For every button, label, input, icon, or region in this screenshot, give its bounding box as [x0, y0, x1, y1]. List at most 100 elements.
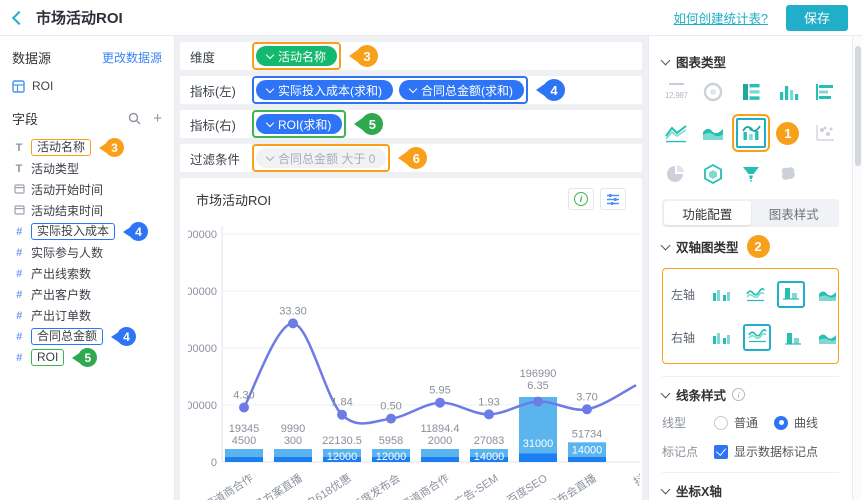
svg-text:22130.5: 22130.5 [322, 435, 362, 447]
svg-text:5.95: 5.95 [429, 385, 450, 397]
divider [662, 376, 839, 377]
field-item-roi[interactable]: # ROI 5 [12, 348, 162, 367]
svg-text:196990: 196990 [520, 368, 557, 380]
field-item-leads[interactable]: # 产出线索数 [12, 264, 162, 283]
svg-text:6.35: 6.35 [527, 380, 548, 392]
config-row-filter: 过滤条件 合同总金额 大于 0 6 [180, 144, 642, 172]
field-item-start-time[interactable]: 活动开始时间 [12, 180, 162, 199]
radio-normal[interactable] [714, 416, 728, 430]
line-type-label: 线型 [662, 414, 714, 431]
datasource-name: ROI [32, 79, 53, 93]
info-icon: i [732, 388, 745, 401]
fields-label: 字段 [12, 109, 38, 128]
chart-type-table[interactable] [740, 82, 762, 102]
scrollbar-thumb[interactable] [855, 46, 861, 166]
radio-curve-label: 曲线 [794, 414, 818, 431]
text-type-icon: T [12, 142, 26, 154]
right-axis-grouped-column-icon[interactable] [709, 328, 733, 348]
tab-function-config[interactable]: 功能配置 [664, 201, 751, 225]
svg-text:广告-SEM: 广告-SEM [452, 472, 501, 500]
chart-type-pie[interactable] [665, 163, 687, 185]
left-axis-row: 左轴 [671, 281, 830, 308]
left-axis-area-icon[interactable] [815, 285, 839, 305]
svg-text:11894.4: 11894.4 [421, 423, 460, 435]
metric-pill-contract[interactable]: 合同总金额(求和) [399, 80, 524, 100]
left-axis-column-icon-selected[interactable] [777, 281, 805, 308]
svg-text:3.70: 3.70 [576, 391, 597, 403]
svg-text:抖: 抖 [631, 471, 640, 489]
highlight-box: 实际投入成本(求和) 合同总金额(求和) [252, 76, 528, 104]
chart-type-section-header[interactable]: 图表类型 [662, 52, 839, 71]
highlight-box: 合同总金额 大于 0 [252, 144, 390, 172]
datasource-item-roi[interactable]: ROI [12, 79, 162, 93]
field-item-participants[interactable]: # 实际参与人数 [12, 243, 162, 262]
callout-badge-4: 4 [536, 79, 565, 101]
panel-tabs: 功能配置 图表样式 [662, 199, 839, 227]
svg-text:4.30: 4.30 [233, 390, 254, 402]
change-datasource-link[interactable]: 更改数据源 [102, 49, 162, 66]
combo-chart[interactable]: 0200000400000600000800000193454500999030… [188, 214, 640, 500]
chart-type-bar[interactable] [814, 82, 836, 102]
field-item-activity-type[interactable]: T 活动类型 [12, 159, 162, 178]
filter-label: 过滤条件 [190, 149, 252, 168]
chart-type-gauge[interactable] [702, 81, 724, 103]
svg-text:1.93: 1.93 [478, 396, 499, 408]
chart-type-kpi[interactable]: 12,987 [665, 83, 688, 102]
help-link[interactable]: 如何创建统计表? [674, 8, 768, 27]
xaxis-section-header[interactable]: 坐标X轴 [662, 481, 839, 500]
callout-badge-4: 4 [123, 222, 148, 241]
info-button[interactable]: i [568, 188, 594, 210]
right-axis-label: 右轴 [671, 329, 699, 346]
chart-type-scatter[interactable] [814, 123, 836, 143]
metric-pill-roi[interactable]: ROI(求和) [256, 114, 342, 134]
tab-chart-style[interactable]: 图表样式 [751, 201, 838, 225]
right-axis-area-icon[interactable] [815, 328, 839, 348]
field-item-customers[interactable]: # 产出客户数 [12, 285, 162, 304]
back-icon[interactable] [12, 10, 26, 24]
field-item-end-time[interactable]: 活动结束时间 [12, 201, 162, 220]
callout-badge-3: 3 [349, 45, 378, 67]
divider [662, 472, 839, 473]
svg-text:800000: 800000 [188, 229, 217, 241]
callout-badge-5: 5 [72, 348, 97, 367]
field-item-activity-name[interactable]: T 活动名称 3 [12, 138, 162, 157]
checkbox-show-markers-checked[interactable] [714, 445, 728, 459]
chevron-down-icon [661, 388, 671, 398]
radio-curve-selected[interactable] [774, 416, 788, 430]
chart-type-area[interactable] [701, 123, 725, 143]
right-axis-column-icon[interactable] [781, 328, 805, 348]
field-item-orders[interactable]: # 产出订单数 [12, 306, 162, 325]
search-icon[interactable] [128, 112, 141, 125]
field-highlight-box: 合同总金额 [31, 328, 103, 345]
right-axis-line-icon-selected[interactable] [743, 324, 771, 351]
field-item-actual-cost[interactable]: # 实际投入成本 4 [12, 222, 162, 241]
dual-axis-section-header[interactable]: 双轴图类型 2 [662, 235, 839, 258]
chart-type-funnel[interactable] [740, 164, 762, 184]
add-field-icon[interactable]: + [153, 111, 162, 126]
chevron-down-icon [266, 50, 274, 58]
settings-button[interactable] [600, 188, 626, 210]
field-item-contract-amount[interactable]: # 合同总金额 4 [12, 327, 162, 346]
chart-type-column[interactable] [777, 82, 799, 102]
marker-label: 标记点 [662, 443, 714, 460]
callout-badge-1: 1 [776, 122, 799, 145]
left-axis-grouped-column-icon[interactable] [709, 285, 733, 305]
chart-type-radar[interactable] [702, 163, 724, 185]
metric-pill-cost[interactable]: 实际投入成本(求和) [256, 80, 393, 100]
chart-type-line[interactable] [664, 123, 688, 143]
svg-text:0: 0 [211, 457, 217, 469]
svg-text:400000: 400000 [188, 343, 217, 355]
number-type-icon: # [12, 289, 26, 301]
dimension-pill[interactable]: 活动名称 [256, 46, 337, 66]
main-area: 维度 活动名称 3 指标(左) 实际投入成本(求和) 合同总金额(求和) 4 指… [175, 36, 648, 500]
chart-type-map[interactable] [777, 164, 799, 184]
chart-type-combo-selected[interactable] [736, 118, 766, 148]
left-axis-line-icon[interactable] [743, 285, 767, 305]
svg-text:年度发布会: 年度发布会 [349, 471, 403, 500]
filter-pill[interactable]: 合同总金额 大于 0 [256, 148, 386, 168]
svg-text:0.50: 0.50 [380, 401, 401, 413]
number-type-icon: # [12, 247, 26, 259]
line-style-section-header[interactable]: 线条样式 i [662, 385, 839, 404]
save-button[interactable]: 保存 [786, 5, 848, 31]
callout-badge-6: 6 [398, 147, 427, 169]
